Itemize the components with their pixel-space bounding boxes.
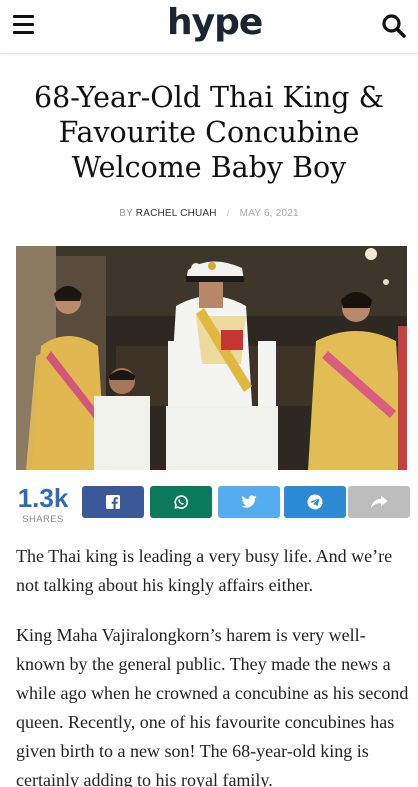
telegram-icon <box>307 494 323 510</box>
logo-text: hype <box>167 2 263 43</box>
author-link[interactable]: RACHEL CHUAH <box>136 208 217 219</box>
share-facebook-button[interactable] <box>82 486 144 518</box>
share-count: 1.3k SHARES <box>14 484 72 525</box>
share-whatsapp-button[interactable] <box>150 486 212 518</box>
publish-date: MAY 6, 2021 <box>239 208 299 219</box>
search-icon[interactable] <box>381 13 407 39</box>
article-title: 68-Year-Old Thai King & Favourite Concub… <box>34 81 384 184</box>
article-byline: BY RACHEL CHUAH / MAY 6, 2021 <box>0 208 418 219</box>
share-arrow-icon <box>371 495 388 508</box>
byline-prefix: BY <box>119 208 133 219</box>
whatsapp-icon <box>174 495 189 509</box>
share-telegram-button[interactable] <box>284 486 346 518</box>
share-twitter-button[interactable] <box>218 486 280 518</box>
facebook-icon <box>106 495 120 509</box>
site-logo[interactable]: hype <box>167 3 263 49</box>
hamburger-menu-icon[interactable] <box>13 15 37 37</box>
share-count-number: 1.3k <box>17 483 69 513</box>
article-paragraph: The Thai king is leading a very busy lif… <box>16 546 393 595</box>
hero-image <box>16 246 407 470</box>
top-navigation-bar: hype <box>0 0 418 54</box>
share-more-button[interactable] <box>348 486 410 518</box>
byline-separator: / <box>226 208 230 219</box>
article-paragraph: King Maha Vajiralongkorn’s harem is very… <box>16 625 409 787</box>
twitter-icon <box>241 495 257 508</box>
share-count-label: SHARES <box>22 514 64 525</box>
